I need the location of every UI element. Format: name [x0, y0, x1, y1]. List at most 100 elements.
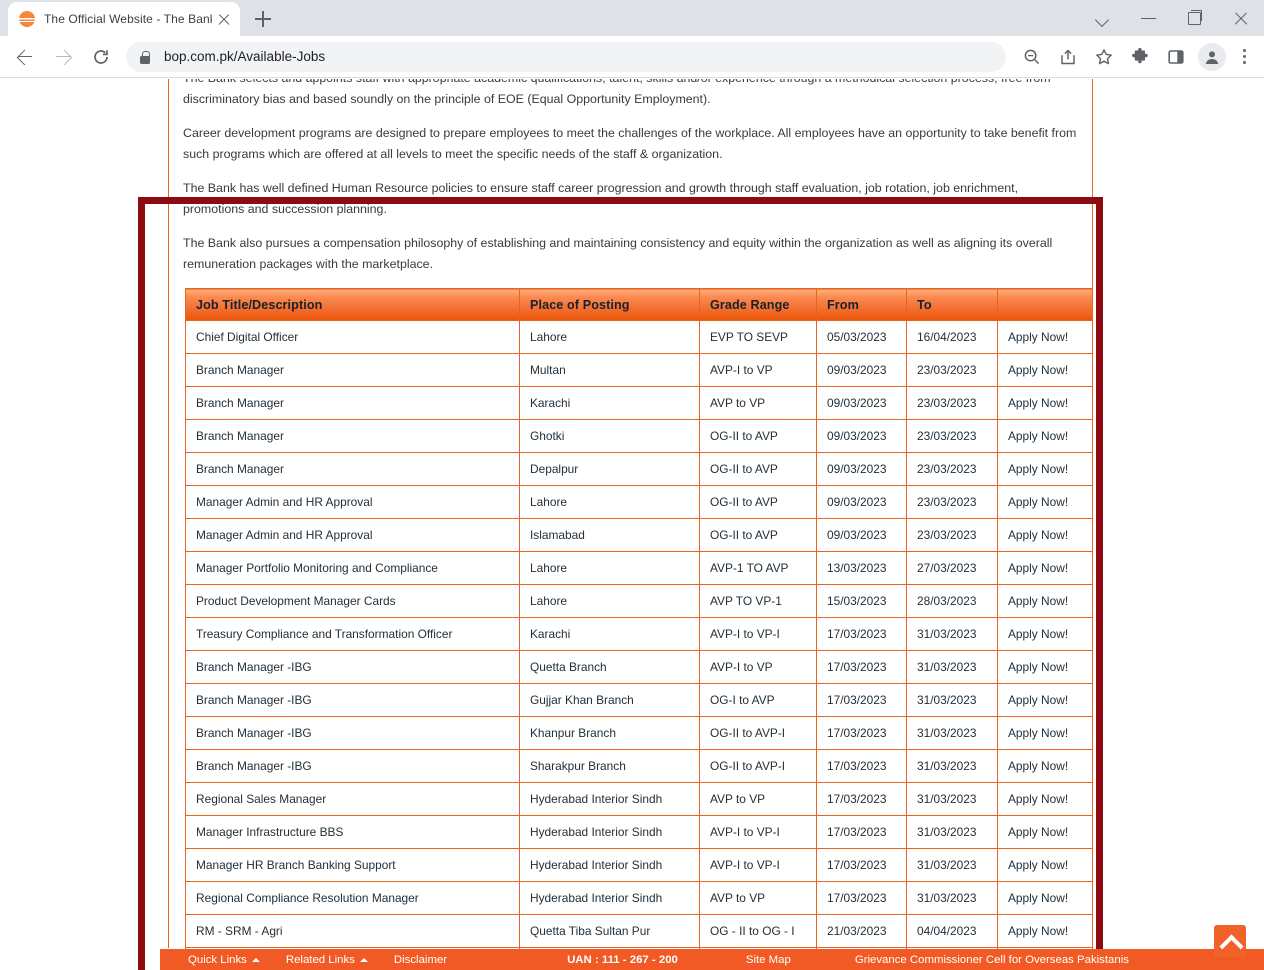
table-row: Branch Manager -IBG Quetta Branch AVP-I to…	[185, 650, 1093, 684]
apply-now-link[interactable]: Apply Now!	[997, 650, 1093, 684]
new-tab-button[interactable]	[249, 5, 277, 33]
apply-now-link[interactable]: Apply Now!	[997, 617, 1093, 651]
close-icon[interactable]	[216, 11, 232, 27]
close-icon[interactable]	[1218, 0, 1264, 36]
from-date-cell: 09/03/2023	[816, 419, 907, 453]
reload-icon[interactable]	[85, 41, 117, 73]
job-title-link[interactable]: RM - SRM - Agri	[185, 914, 520, 948]
apply-now-link[interactable]: Apply Now!	[997, 881, 1093, 915]
from-date-cell: 09/03/2023	[816, 386, 907, 420]
place-of-posting-cell: Quetta Tiba Sultan Pur	[519, 914, 700, 948]
apply-now-link[interactable]: Apply Now!	[997, 518, 1093, 552]
job-title-link[interactable]: Branch Manager	[185, 353, 520, 387]
to-date-cell: 16/04/2023	[906, 320, 998, 354]
grade-range-cell: AVP-I to VP-I	[699, 617, 817, 651]
footer-related-links[interactable]: Related Links	[286, 954, 368, 966]
apply-now-link[interactable]: Apply Now!	[997, 683, 1093, 717]
share-icon[interactable]	[1052, 41, 1084, 73]
profile-avatar-icon[interactable]	[1196, 41, 1228, 73]
caret-up-icon	[251, 957, 260, 962]
careers-paragraph: The Bank also pursues a compensation phi…	[183, 236, 1053, 271]
apply-now-link[interactable]: Apply Now!	[997, 419, 1093, 453]
table-row: Branch Manager -IBG Sharakpur Branch OG-II…	[185, 749, 1093, 783]
apply-now-link[interactable]: Apply Now!	[997, 914, 1093, 948]
restore-icon[interactable]	[1172, 0, 1218, 36]
forward-button[interactable]	[47, 41, 79, 73]
footer-disclaimer[interactable]: Disclaimer	[394, 954, 447, 966]
job-title-link[interactable]: Branch Manager -IBG	[185, 650, 520, 684]
column-header-apply	[997, 288, 1093, 321]
table-row: Branch Manager -IBG Khanpur Branch OG-II t…	[185, 716, 1093, 750]
table-row: Manager HR Branch Banking Support Hyderab…	[185, 848, 1093, 882]
scroll-to-top-button[interactable]	[1214, 925, 1246, 957]
grade-range-cell: OG - II to OG - I	[699, 914, 817, 948]
job-title-link[interactable]: Manager Infrastructure BBS	[185, 815, 520, 849]
zoom-out-icon[interactable]	[1016, 41, 1048, 73]
column-header-grade: Grade Range	[699, 288, 817, 321]
address-bar[interactable]: bop.com.pk/Available-Jobs	[126, 41, 1006, 72]
bop-logo-icon	[19, 11, 35, 27]
apply-now-link[interactable]: Apply Now!	[997, 584, 1093, 618]
job-title-link[interactable]: Branch Manager -IBG	[185, 683, 520, 717]
table-row: Branch Manager Depalpur OG-II to AVP 09/03/…	[185, 452, 1093, 486]
apply-now-link[interactable]: Apply Now!	[997, 485, 1093, 519]
grade-range-cell: EVP TO SEVP	[699, 320, 817, 354]
table-row: Branch Manager Multan AVP-I to VP 09/03/202…	[185, 353, 1093, 387]
place-of-posting-cell: Multan	[519, 353, 700, 387]
grade-range-cell: AVP-I to VP	[699, 353, 817, 387]
browser-toolbar: bop.com.pk/Available-Jobs	[0, 36, 1264, 78]
extensions-puzzle-icon[interactable]	[1124, 41, 1156, 73]
apply-now-link[interactable]: Apply Now!	[997, 551, 1093, 585]
apply-now-link[interactable]: Apply Now!	[997, 815, 1093, 849]
to-date-cell: 28/03/2023	[906, 584, 998, 618]
tab-title: The Official Website - The Bank o	[44, 12, 212, 26]
browser-tab[interactable]: The Official Website - The Bank o	[8, 2, 240, 36]
job-title-link[interactable]: Chief Digital Officer	[185, 320, 520, 354]
job-title-link[interactable]: Regional Sales Manager	[185, 782, 520, 816]
footer-grievance-cell[interactable]: Grievance Commissioner Cell for Overseas…	[855, 954, 1129, 966]
side-panel-icon[interactable]	[1160, 41, 1192, 73]
column-header-place: Place of Posting	[519, 288, 700, 321]
chrome-menu-icon[interactable]	[1230, 41, 1258, 73]
grade-range-cell: OG-II to AVP	[699, 518, 817, 552]
apply-now-link[interactable]: Apply Now!	[997, 749, 1093, 783]
bookmark-star-icon[interactable]	[1088, 41, 1120, 73]
place-of-posting-cell: Quetta Branch	[519, 650, 700, 684]
minimize-icon[interactable]	[1126, 0, 1172, 36]
apply-now-link[interactable]: Apply Now!	[997, 452, 1093, 486]
job-title-link[interactable]: Branch Manager -IBG	[185, 716, 520, 750]
grade-range-cell: OG-II to AVP	[699, 419, 817, 453]
place-of-posting-cell: Lahore	[519, 320, 700, 354]
column-header-from: From	[816, 288, 907, 321]
table-body: Chief Digital Officer Lahore EVP TO SEVP 05…	[185, 320, 1093, 970]
job-title-link[interactable]: Branch Manager -IBG	[185, 749, 520, 783]
job-title-link[interactable]: Manager Admin and HR Approval	[185, 518, 520, 552]
apply-now-link[interactable]: Apply Now!	[997, 782, 1093, 816]
job-title-link[interactable]: Branch Manager	[185, 386, 520, 420]
job-title-link[interactable]: Treasury Compliance and Transformation O…	[185, 617, 520, 651]
job-title-link[interactable]: Branch Manager	[185, 419, 520, 453]
table-row: Branch Manager Karachi AVP to VP 09/03/2023…	[185, 386, 1093, 420]
job-title-link[interactable]: Manager Admin and HR Approval	[185, 485, 520, 519]
job-title-link[interactable]: Branch Manager	[185, 452, 520, 486]
job-title-link[interactable]: Product Development Manager Cards	[185, 584, 520, 618]
to-date-cell: 23/03/2023	[906, 353, 998, 387]
from-date-cell: 21/03/2023	[816, 914, 907, 948]
to-date-cell: 31/03/2023	[906, 848, 998, 882]
job-title-link[interactable]: Manager HR Branch Banking Support	[185, 848, 520, 882]
apply-now-link[interactable]: Apply Now!	[997, 320, 1093, 354]
apply-now-link[interactable]: Apply Now!	[997, 353, 1093, 387]
apply-now-link[interactable]: Apply Now!	[997, 386, 1093, 420]
back-button[interactable]	[9, 41, 41, 73]
footer-quick-links[interactable]: Quick Links	[188, 954, 260, 966]
from-date-cell: 09/03/2023	[816, 518, 907, 552]
apply-now-link[interactable]: Apply Now!	[997, 848, 1093, 882]
job-title-link[interactable]: Regional Compliance Resolution Manager	[185, 881, 520, 915]
table-row: Chief Digital Officer Lahore EVP TO SEVP 05…	[185, 320, 1093, 354]
apply-now-link[interactable]: Apply Now!	[997, 716, 1093, 750]
chevron-down-icon[interactable]	[1080, 0, 1126, 36]
job-title-link[interactable]: Manager Portfolio Monitoring and Complia…	[185, 551, 520, 585]
footer-site-map[interactable]: Site Map	[746, 954, 791, 966]
grade-range-cell: AVP to VP	[699, 386, 817, 420]
page-viewport: The Bank selects and appoints staff with…	[0, 79, 1264, 970]
